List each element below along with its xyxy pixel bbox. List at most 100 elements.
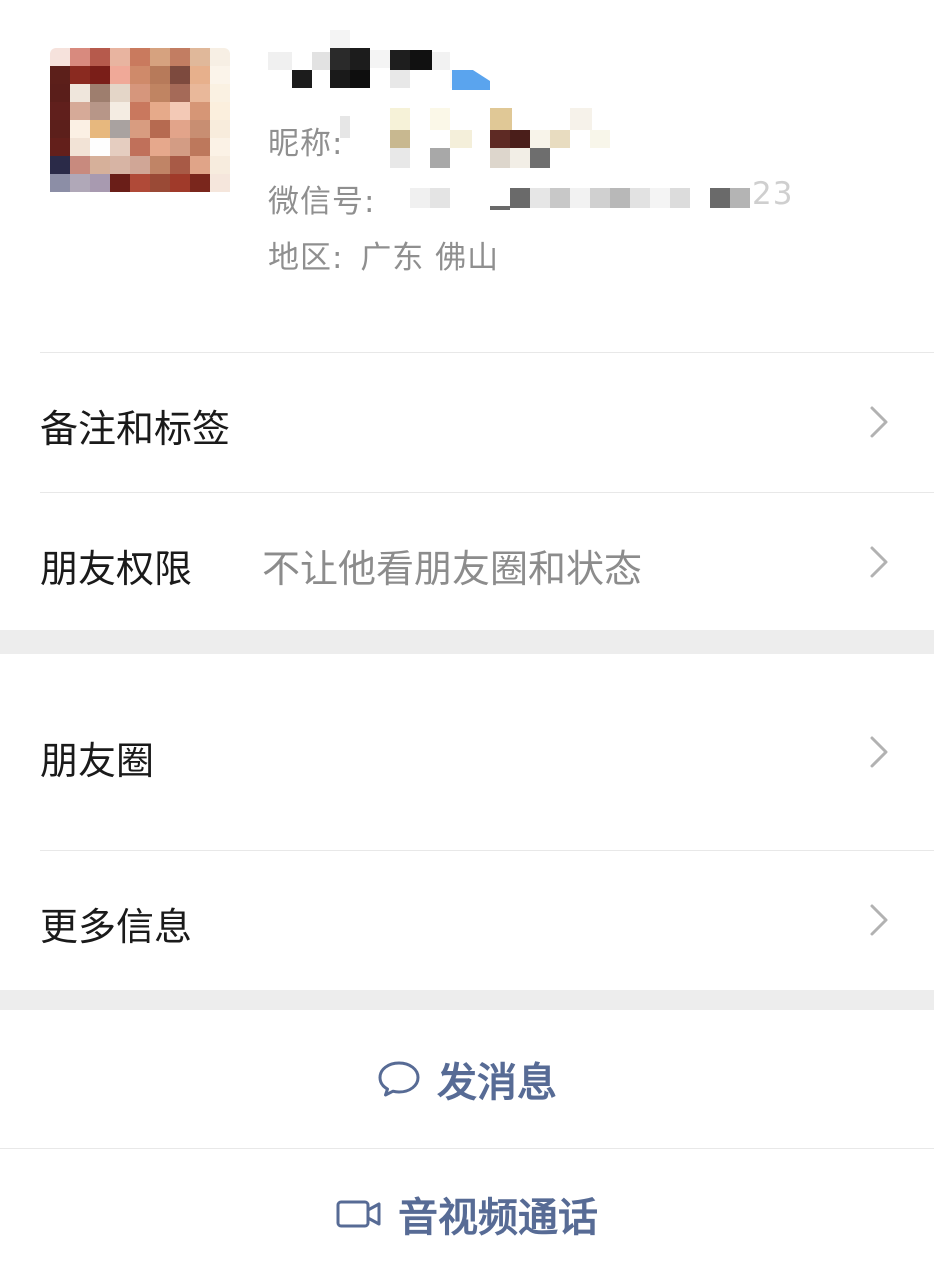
- avatar-mosaic-cell: [170, 120, 190, 138]
- friend-permissions-value: 不让他看朋友圈和状态: [262, 547, 643, 591]
- wechat-id-redacted[interactable]: [410, 186, 790, 212]
- avatar-mosaic-cell: [170, 48, 190, 66]
- avatar-mosaic-cell: [110, 138, 130, 156]
- nickname-label: 昵称:: [268, 126, 344, 162]
- redaction-mosaic-cell: [350, 70, 370, 88]
- avatar-mosaic-cell: [210, 138, 230, 156]
- avatar-mosaic-cell: [110, 120, 130, 138]
- redaction-mosaic-cell: [490, 108, 512, 130]
- avatar-mosaic-cell: [130, 174, 150, 192]
- avatar-mosaic-cell: [210, 102, 230, 120]
- redaction-mosaic-cell: [590, 130, 610, 148]
- avatar-mosaic-cell: [150, 138, 170, 156]
- redaction-mosaic-cell: [390, 50, 410, 70]
- friend-permissions-label: 朋友权限: [40, 547, 193, 591]
- chat-bubble-icon: [377, 1059, 421, 1099]
- video-call-button[interactable]: 音视频通话: [0, 1149, 934, 1278]
- avatar-mosaic-cell: [90, 192, 110, 210]
- redaction-mosaic-cell: [432, 52, 450, 70]
- redaction-mosaic-cell: [390, 130, 410, 148]
- avatar[interactable]: [50, 48, 230, 210]
- redaction-mosaic-cell: [330, 70, 350, 88]
- avatar-mosaic-cell: [110, 84, 130, 102]
- chevron-right-icon: [868, 404, 890, 440]
- avatar-mosaic-cell: [70, 84, 90, 102]
- avatar-mosaic-cell: [170, 138, 190, 156]
- avatar-mosaic-cell: [110, 156, 130, 174]
- avatar-mosaic-cell: [150, 192, 170, 210]
- avatar-mosaic-cell: [190, 66, 210, 84]
- more-info-label: 更多信息: [40, 905, 193, 949]
- avatar-mosaic-cell: [210, 174, 230, 192]
- avatar-mosaic-cell: [90, 120, 110, 138]
- avatar-mosaic-cell: [50, 66, 70, 84]
- more-info-row[interactable]: 更多信息: [0, 850, 934, 990]
- avatar-mosaic-cell: [190, 138, 210, 156]
- redaction-mosaic-cell: [710, 188, 730, 208]
- avatar-mosaic-cell: [170, 102, 190, 120]
- avatar-mosaic-cell: [130, 120, 150, 138]
- avatar-mosaic-cell: [50, 120, 70, 138]
- redaction-mosaic-cell: [390, 108, 410, 130]
- redaction-mosaic-cell: [610, 188, 630, 208]
- avatar-mosaic-cell: [130, 48, 150, 66]
- moments-row[interactable]: 朋友圈: [0, 654, 934, 850]
- profile-header: 昵称: 微信号: 23 地区: 广东 佛山: [0, 0, 934, 352]
- avatar-mosaic-cell: [50, 102, 70, 120]
- redaction-mosaic-cell: [292, 70, 312, 88]
- avatar-mosaic-cell: [170, 174, 190, 192]
- avatar-mosaic-cell: [210, 48, 230, 66]
- redaction-mosaic-cell: [430, 108, 450, 130]
- avatar-mosaic-cell: [70, 192, 90, 210]
- remarks-tags-row[interactable]: 备注和标签: [0, 352, 934, 492]
- avatar-mosaic-cell: [170, 156, 190, 174]
- avatar-mosaic-cell: [170, 84, 190, 102]
- avatar-mosaic-cell: [210, 156, 230, 174]
- redaction-mosaic-cell: [390, 148, 410, 168]
- redaction-mosaic-cell: [350, 48, 370, 70]
- redaction-mosaic-cell: [450, 130, 472, 148]
- avatar-mosaic-cell: [190, 102, 210, 120]
- redaction-mosaic-cell: [510, 148, 530, 168]
- send-message-button[interactable]: 发消息: [0, 1010, 934, 1148]
- avatar-mosaic-cell: [70, 48, 90, 66]
- redaction-mosaic-cell: [430, 188, 450, 208]
- friend-permissions-row[interactable]: 朋友权限 不让他看朋友圈和状态: [0, 492, 934, 630]
- avatar-mosaic-cell: [90, 84, 110, 102]
- redaction-mosaic-cell: [550, 130, 570, 148]
- avatar-mosaic-cell: [190, 84, 210, 102]
- avatar-mosaic-cell: [70, 102, 90, 120]
- region-value: 广东 佛山: [360, 240, 500, 276]
- avatar-mosaic-cell: [150, 102, 170, 120]
- avatar-mosaic-cell: [50, 84, 70, 102]
- redaction-mosaic-cell: [410, 50, 432, 70]
- divider: [40, 352, 934, 353]
- redaction-mosaic-cell: [340, 116, 350, 138]
- avatar-mosaic-cell: [210, 120, 230, 138]
- region-line: 地区: 广东 佛山: [268, 232, 499, 277]
- avatar-mosaic-cell: [150, 66, 170, 84]
- avatar-mosaic-cell: [110, 66, 130, 84]
- redaction-mosaic-cell: [730, 188, 750, 208]
- avatar-mosaic-cell: [90, 138, 110, 156]
- redaction-mosaic-cell: [530, 188, 550, 208]
- redaction-mosaic-cell: [590, 188, 610, 208]
- avatar-mosaic-cell: [70, 120, 90, 138]
- redaction-mosaic-cell: [550, 188, 570, 208]
- redaction-mosaic-cell: [390, 70, 410, 88]
- avatar-mosaic-cell: [190, 192, 210, 210]
- redaction-mosaic-cell: [530, 148, 550, 168]
- avatar-mosaic-cell: [50, 174, 70, 192]
- wechat-id-label: 微信号:: [268, 184, 376, 220]
- chevron-right-icon: [868, 544, 890, 580]
- avatar-mosaic-cell: [50, 138, 70, 156]
- avatar-mosaic-cell: [50, 48, 70, 66]
- avatar-mosaic-cell: [170, 192, 190, 210]
- nickname-redacted: [340, 108, 610, 170]
- avatar-mosaic-cell: [190, 174, 210, 192]
- avatar-mosaic-cell: [90, 174, 110, 192]
- chevron-right-icon: [868, 902, 890, 938]
- avatar-mosaic-cell: [110, 102, 130, 120]
- redaction-mosaic-cell: [630, 188, 650, 208]
- redaction-mosaic-cell: [570, 108, 592, 130]
